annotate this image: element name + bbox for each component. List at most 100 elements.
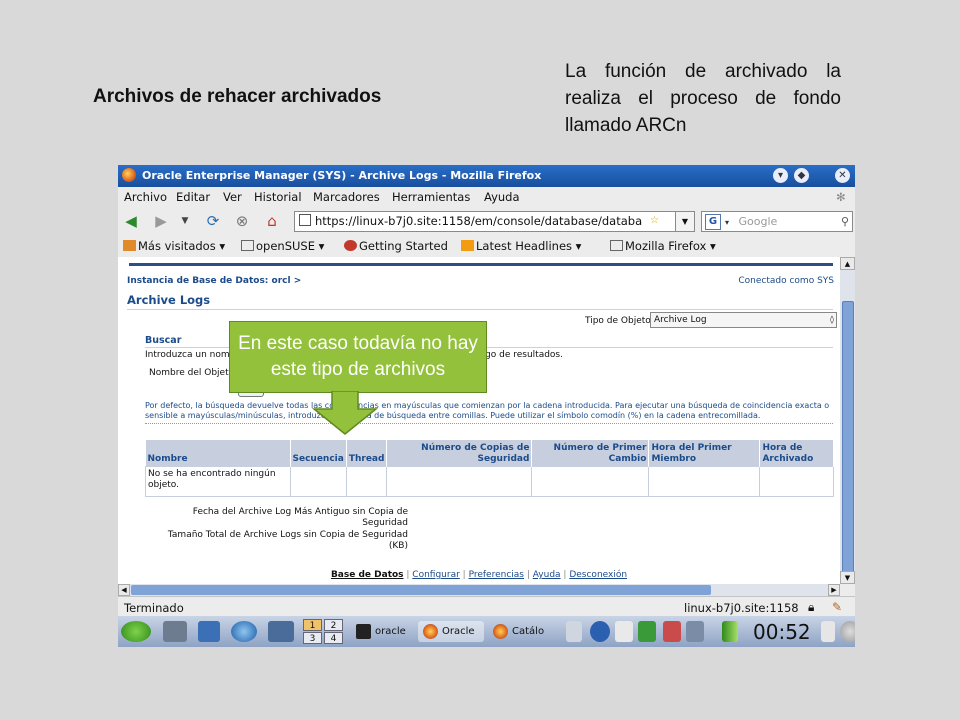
workspace-pager[interactable]: 1 2 3 4 <box>303 619 345 645</box>
horizontal-scroll-thumb[interactable] <box>131 585 711 595</box>
throbber-icon: ✻ <box>836 190 846 204</box>
engine-dropdown-icon[interactable]: ▾ <box>725 218 729 227</box>
scroll-right-icon[interactable]: ▶ <box>828 584 840 596</box>
footer-desconexion[interactable]: Desconexión <box>569 570 627 580</box>
bookmark-label: Más visitados ▾ <box>138 239 226 253</box>
clipboard-icon[interactable] <box>615 621 633 642</box>
reload-icon[interactable]: ⟳ <box>204 212 222 230</box>
footer-preferencias[interactable]: Preferencias <box>469 570 524 580</box>
menu-marcadores[interactable]: Marcadores <box>313 190 380 204</box>
search-box[interactable]: G ▾ Google ⚲ <box>701 211 853 232</box>
forward-icon[interactable]: ▶ <box>152 212 170 230</box>
object-name-label: Nombre del Objet <box>149 368 229 378</box>
notification-icon[interactable] <box>821 621 835 642</box>
object-type-select[interactable]: Archive Log ◊ <box>650 312 837 328</box>
home-icon[interactable]: ⌂ <box>263 212 281 230</box>
addon-icon[interactable]: ✎ <box>832 600 842 614</box>
scroll-down-icon[interactable]: ▼ <box>840 571 855 584</box>
browser-globe-icon[interactable] <box>231 621 257 642</box>
archive-logs-table: Nombre Secuencia Thread Número de Copias… <box>145 440 834 497</box>
select-arrows-icon: ◊ <box>830 315 834 324</box>
breadcrumb[interactable]: Instancia de Base de Datos: orcl > <box>127 276 301 286</box>
file-manager-icon[interactable] <box>163 621 187 642</box>
footer-base-de-datos[interactable]: Base de Datos <box>331 570 404 580</box>
menu-editar[interactable]: Editar <box>176 190 210 204</box>
col-hora-archivado[interactable]: Hora de Archivado <box>759 440 834 467</box>
window-titlebar: Oracle Enterprise Manager (SYS) - Archiv… <box>118 165 855 187</box>
horizontal-scrollbar[interactable]: ◀ ▶ <box>118 584 840 596</box>
menu-ver[interactable]: Ver <box>223 190 242 204</box>
menu-archivo[interactable]: Archivo <box>124 190 167 204</box>
summary-oldest-label: Fecha del Archive Log Más Antiguo sin Co… <box>192 507 408 528</box>
task-terminal[interactable]: oracle <box>351 621 413 642</box>
network-icon[interactable] <box>686 621 704 642</box>
bookmark-mozilla-firefox[interactable]: Mozilla Firefox ▾ <box>610 239 716 253</box>
scroll-left-icon[interactable]: ◀ <box>118 584 130 596</box>
bookmark-label: Getting Started <box>359 239 448 253</box>
task-label: Catálo <box>512 626 545 637</box>
col-primer-cambio[interactable]: Número de Primer Cambio <box>531 440 650 467</box>
help-icon[interactable] <box>590 621 610 642</box>
bookmark-mas-visitados[interactable]: Más visitados ▾ <box>123 239 225 253</box>
col-secuencia[interactable]: Secuencia <box>290 440 347 467</box>
table-cell <box>289 466 347 497</box>
dotted-divider <box>145 423 833 424</box>
table-cell <box>345 466 388 497</box>
bookmark-opensuse[interactable]: openSUSE ▾ <box>241 239 324 253</box>
menu-herramientas[interactable]: Herramientas <box>392 190 470 204</box>
url-dropdown-icon[interactable]: ▼ <box>675 211 695 232</box>
menu-ayuda[interactable]: Ayuda <box>484 190 520 204</box>
menu-historial[interactable]: Historial <box>254 190 302 204</box>
firefox-icon <box>122 168 136 182</box>
callout-arrow <box>311 391 379 435</box>
start-menu-icon[interactable] <box>121 621 151 642</box>
task-label: oracle <box>375 626 406 637</box>
vertical-scroll-thumb[interactable] <box>842 301 854 573</box>
status-text: Terminado <box>124 601 184 615</box>
bookmark-star-icon[interactable]: ☆ <box>650 215 659 226</box>
bookmark-latest-headlines[interactable]: Latest Headlines ▾ <box>461 239 581 253</box>
search-icon[interactable]: ⚲ <box>841 212 849 231</box>
stop-icon[interactable]: ⊗ <box>233 212 251 230</box>
volume-icon[interactable] <box>566 621 582 642</box>
url-bar[interactable]: https://linux-b7j0.site:1158/em/console/… <box>294 211 694 232</box>
footer-ayuda[interactable]: Ayuda <box>533 570 561 580</box>
col-thread[interactable]: Thread <box>346 440 388 467</box>
workspace-1[interactable]: 1 <box>303 619 322 631</box>
workspace-2[interactable]: 2 <box>324 619 343 631</box>
desktop-icon[interactable] <box>268 621 294 642</box>
history-dropdown-icon[interactable]: ▼ <box>176 212 194 230</box>
back-icon[interactable]: ◀ <box>122 212 140 230</box>
url-text: https://linux-b7j0.site:1158/em/console/… <box>315 214 643 228</box>
empty-message: No se ha encontrado ningún objeto. <box>145 466 291 497</box>
minimize-icon[interactable]: ▾ <box>773 168 788 183</box>
scroll-up-icon[interactable]: ▲ <box>840 257 855 270</box>
update-icon[interactable] <box>638 621 656 642</box>
editor-icon[interactable] <box>198 621 220 642</box>
close-icon[interactable]: ✕ <box>835 168 850 183</box>
callout-box: En este caso todavía no hay este tipo de… <box>229 321 487 393</box>
folder-icon <box>241 240 254 251</box>
google-icon[interactable]: G <box>705 214 721 230</box>
col-copias[interactable]: Número de Copias de Seguridad <box>386 440 533 467</box>
footer-configurar[interactable]: Configurar <box>412 570 460 580</box>
search-intro-left: Introduzca un nom <box>145 350 230 360</box>
table-cell <box>531 466 650 497</box>
task-firefox-catalog[interactable]: Catálo <box>488 621 554 642</box>
battery-icon[interactable] <box>722 621 738 642</box>
bookmark-getting-started[interactable]: Getting Started <box>344 239 448 253</box>
connected-as: Conectado como SYS <box>738 276 834 286</box>
power-icon[interactable] <box>840 621 855 642</box>
clock[interactable]: 00:52 <box>753 620 811 644</box>
security-icon[interactable] <box>663 621 681 642</box>
table-header-row: Nombre Secuencia Thread Número de Copias… <box>145 440 834 467</box>
task-firefox-oracle[interactable]: Oracle <box>418 621 484 642</box>
page-title: Archive Logs <box>127 293 211 307</box>
col-hora-primer-miembro[interactable]: Hora del Primer Miembro <box>648 440 761 467</box>
workspace-3[interactable]: 3 <box>303 632 322 644</box>
vertical-scrollbar[interactable]: ▲ ▼ <box>840 257 855 584</box>
workspace-4[interactable]: 4 <box>324 632 343 644</box>
col-nombre[interactable]: Nombre <box>145 440 291 467</box>
maximize-icon[interactable]: ◆ <box>794 168 809 183</box>
lock-icon[interactable]: 🔒︎ <box>808 600 814 615</box>
